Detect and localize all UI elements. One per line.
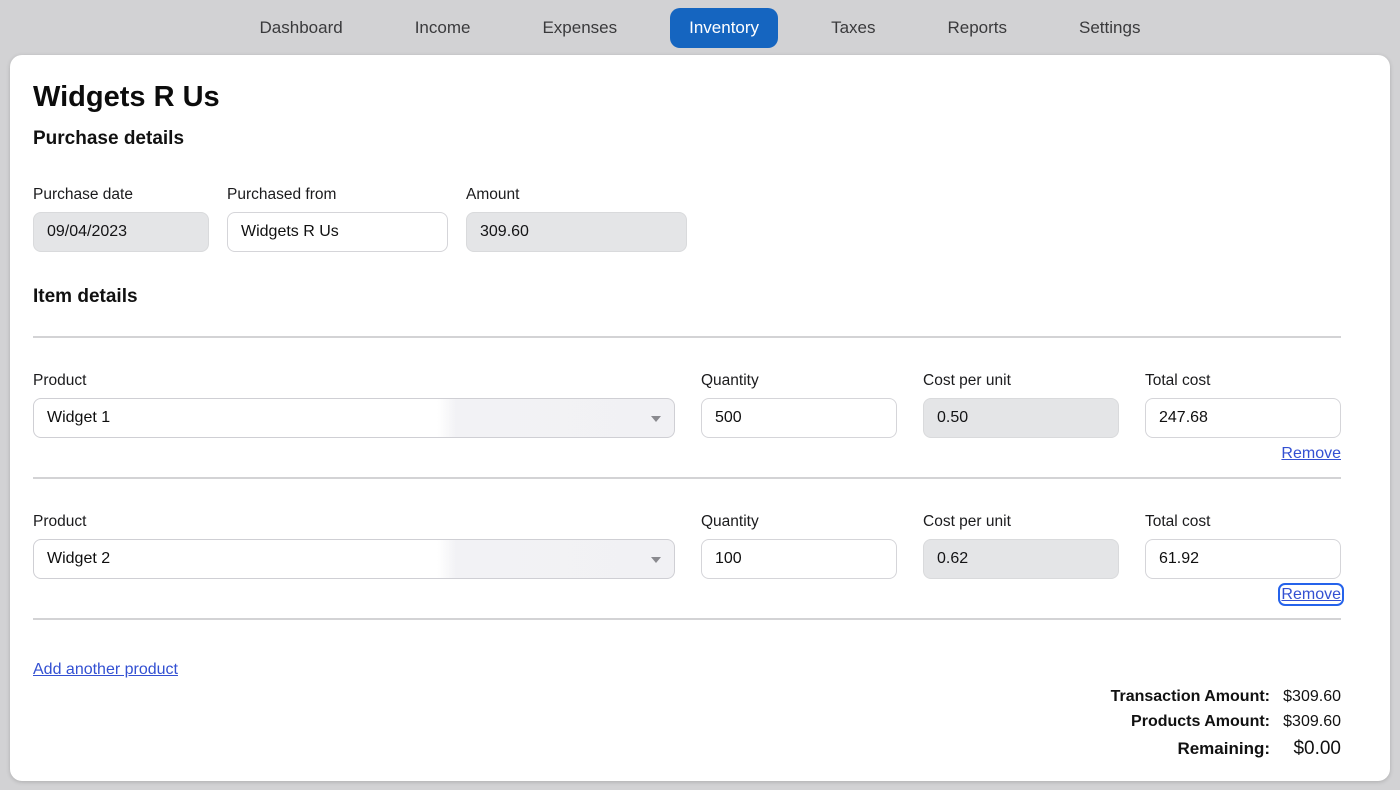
- product-label: Product: [33, 513, 675, 530]
- purchased-from-label: Purchased from: [227, 186, 448, 203]
- tab-reports[interactable]: Reports: [947, 18, 1007, 38]
- total-cost-field-group: Total cost: [1145, 513, 1341, 579]
- purchase-date-input[interactable]: [33, 212, 209, 252]
- remaining-label: Remaining:: [1111, 737, 1270, 761]
- total-cost-field-group: Total cost: [1145, 372, 1341, 438]
- product-select-value: Widget 2: [47, 550, 110, 568]
- product-field-group: Product Widget 2: [33, 513, 675, 579]
- item-row: Product Widget 2 Quantity Cost per unit …: [33, 513, 1341, 605]
- tab-taxes[interactable]: Taxes: [831, 18, 875, 38]
- add-product-line: Add another product: [33, 661, 1341, 679]
- transaction-amount-label: Transaction Amount:: [1111, 687, 1270, 707]
- purchase-date-field-group: Purchase date: [33, 186, 209, 252]
- quantity-label: Quantity: [701, 372, 897, 389]
- tab-income[interactable]: Income: [415, 18, 471, 38]
- remaining-value: $0.00: [1277, 737, 1341, 761]
- remove-line: Remove: [33, 585, 1341, 605]
- total-cost-input[interactable]: [1145, 539, 1341, 579]
- products-amount-label: Products Amount:: [1111, 712, 1270, 732]
- quantity-field-group: Quantity: [701, 372, 897, 438]
- purchased-from-input[interactable]: [227, 212, 448, 252]
- page-title: Widgets R Us: [33, 55, 1341, 114]
- purchase-details-heading: Purchase details: [33, 128, 1341, 150]
- tab-settings[interactable]: Settings: [1079, 18, 1140, 38]
- add-another-product-link[interactable]: Add another product: [33, 661, 178, 678]
- quantity-label: Quantity: [701, 513, 897, 530]
- top-navigation: Dashboard Income Expenses Inventory Taxe…: [0, 0, 1400, 55]
- product-label: Product: [33, 372, 675, 389]
- remove-line: Remove: [33, 444, 1341, 464]
- purchase-date-label: Purchase date: [33, 186, 209, 203]
- tab-inventory[interactable]: Inventory: [670, 8, 778, 48]
- purchase-fields: Purchase date Purchased from Amount: [33, 186, 1341, 252]
- quantity-input[interactable]: [701, 398, 897, 438]
- tab-expenses[interactable]: Expenses: [542, 18, 617, 38]
- quantity-input[interactable]: [701, 539, 897, 579]
- purchased-from-field-group: Purchased from: [227, 186, 448, 252]
- item-row: Product Widget 1 Quantity Cost per unit …: [33, 372, 1341, 464]
- remove-link[interactable]: Remove: [1281, 445, 1341, 462]
- amount-input[interactable]: [466, 212, 687, 252]
- chevron-down-icon: [651, 557, 661, 563]
- content-card: Widgets R Us Purchase details Purchase d…: [10, 55, 1390, 781]
- chevron-down-icon: [651, 416, 661, 422]
- cost-per-unit-label: Cost per unit: [923, 372, 1119, 389]
- cost-per-unit-field-group: Cost per unit: [923, 513, 1119, 579]
- remove-link[interactable]: Remove: [1281, 586, 1341, 603]
- cost-per-unit-input[interactable]: [923, 539, 1119, 579]
- item-details-heading: Item details: [33, 286, 1341, 308]
- cost-per-unit-input[interactable]: [923, 398, 1119, 438]
- totals-summary: Transaction Amount: $309.60 Products Amo…: [33, 687, 1341, 761]
- total-cost-label: Total cost: [1145, 513, 1341, 530]
- product-field-group: Product Widget 1: [33, 372, 675, 438]
- divider: [33, 477, 1341, 479]
- tab-dashboard[interactable]: Dashboard: [260, 18, 343, 38]
- quantity-field-group: Quantity: [701, 513, 897, 579]
- amount-field-group: Amount: [466, 186, 687, 252]
- product-select[interactable]: Widget 1: [33, 398, 675, 438]
- total-cost-label: Total cost: [1145, 372, 1341, 389]
- cost-per-unit-label: Cost per unit: [923, 513, 1119, 530]
- product-select[interactable]: Widget 2: [33, 539, 675, 579]
- products-amount-value: $309.60: [1277, 712, 1341, 732]
- divider: [33, 336, 1341, 338]
- transaction-amount-value: $309.60: [1277, 687, 1341, 707]
- total-cost-input[interactable]: [1145, 398, 1341, 438]
- amount-label: Amount: [466, 186, 687, 203]
- divider: [33, 618, 1341, 620]
- cost-per-unit-field-group: Cost per unit: [923, 372, 1119, 438]
- product-select-value: Widget 1: [47, 409, 110, 427]
